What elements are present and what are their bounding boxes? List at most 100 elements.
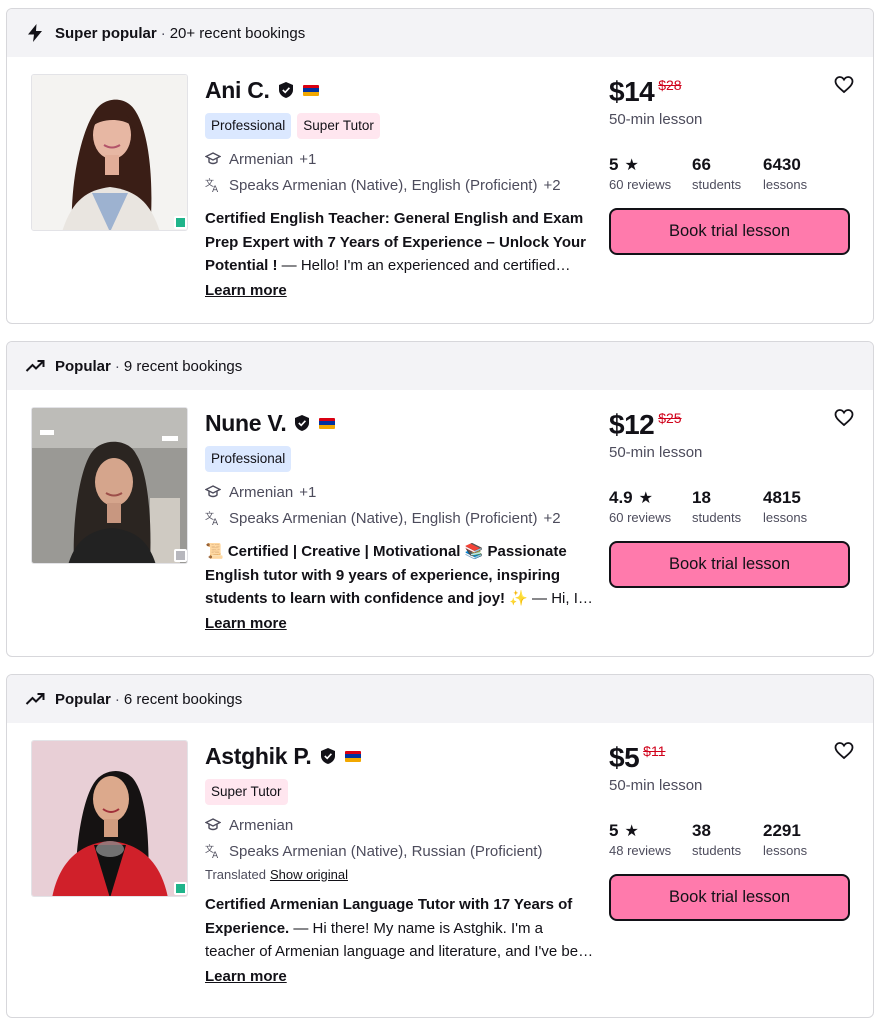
armenia-flag-icon <box>344 750 361 762</box>
tutor-photo[interactable] <box>31 740 188 897</box>
rating-value: 5 <box>609 155 619 174</box>
separator: · <box>114 357 120 375</box>
tutor-info: Ani C. Professional Super Tutor Armenian… <box>205 75 595 300</box>
verified-shield-icon <box>320 748 335 764</box>
learn-more-link[interactable]: Learn more <box>205 968 287 985</box>
lessons-count: 2291 <box>763 821 801 840</box>
favorite-heart-icon[interactable] <box>834 408 854 428</box>
lessons-label: lessons <box>763 177 808 192</box>
translate-icon: 文A <box>205 177 221 193</box>
rating-value: 5 <box>609 821 619 840</box>
speaks-extra-count[interactable]: +2 <box>543 177 560 194</box>
learn-more-link[interactable]: Learn more <box>205 615 287 632</box>
learn-more-link[interactable]: Learn more <box>205 282 287 299</box>
lessons-stat: 2291 lessons <box>763 820 807 860</box>
students-stat: 18 students <box>692 487 763 527</box>
tutor-stats: 5 ★ 60 reviews 66 students 6430 lessons <box>609 154 859 194</box>
subject-text: Armenian <box>229 483 294 501</box>
rating-value: 4.9 <box>609 488 633 507</box>
translation-note: Translated Show original <box>205 867 595 885</box>
subject-extra-count[interactable]: +1 <box>299 151 316 168</box>
online-status-indicator <box>174 882 187 895</box>
verified-shield-icon <box>295 415 310 431</box>
translated-label: Translated <box>205 867 266 882</box>
subject-line: Armenian +1 <box>205 147 595 171</box>
price: $12 <box>609 409 655 440</box>
online-status-indicator <box>174 549 187 562</box>
reviews-count: 60 reviews <box>609 510 672 525</box>
super-tutor-tag: Super Tutor <box>297 113 380 139</box>
students-label: students <box>692 510 742 525</box>
pricing-panel: $12 $25 50-min lesson 4.9 ★ 60 reviews 18… <box>609 408 859 588</box>
favorite-heart-icon[interactable] <box>834 741 854 761</box>
lessons-stat: 4815 lessons <box>763 487 807 527</box>
tutor-description: Certified Armenian Language Tutor with 1… <box>205 893 595 964</box>
lessons-stat: 6430 lessons <box>763 154 807 194</box>
lessons-count: 4815 <box>763 488 801 507</box>
students-label: students <box>692 843 742 858</box>
popularity-badge: Super popular <box>55 24 157 42</box>
rating-stat[interactable]: 5 ★ 48 reviews <box>609 820 692 860</box>
separator: · <box>160 24 166 42</box>
tutor-photo[interactable] <box>31 74 188 231</box>
reviews-count: 48 reviews <box>609 843 672 858</box>
popularity-header: Popular · 6 recent bookings <box>7 675 873 723</box>
recent-bookings: 9 recent bookings <box>123 357 243 375</box>
professional-tag: Professional <box>205 113 292 139</box>
tutor-name[interactable]: Nune V. <box>205 410 287 437</box>
svg-text:A: A <box>212 185 219 193</box>
lesson-length: 50-min lesson <box>609 777 703 794</box>
speaks-text: Speaks Armenian (Native), Russian (Profi… <box>229 842 543 860</box>
tutor-card[interactable]: Popular · 6 recent bookings Astghik P. S… <box>6 674 874 1018</box>
tutor-info: Nune V. Professional Armenian +1 文A Spea… <box>205 408 595 633</box>
tutor-name[interactable]: Ani C. <box>205 77 270 104</box>
trending-up-icon <box>25 689 45 709</box>
trending-up-icon <box>25 356 45 376</box>
translate-icon: 文A <box>205 843 221 859</box>
price: $14 <box>609 76 655 107</box>
tutor-description: Certified English Teacher: General Engli… <box>205 207 595 278</box>
lessons-count: 6430 <box>763 155 801 174</box>
speaks-line: 文A Speaks Armenian (Native), English (Pr… <box>205 173 595 197</box>
book-trial-lesson-button[interactable]: Book trial lesson <box>609 208 850 255</box>
subject-line: Armenian +1 <box>205 480 595 504</box>
students-count: 66 <box>692 155 711 174</box>
recent-bookings: 6 recent bookings <box>123 690 243 708</box>
lesson-length: 50-min lesson <box>609 111 703 128</box>
recent-bookings: 20+ recent bookings <box>169 24 306 42</box>
speaks-text: Speaks Armenian (Native), English (Profi… <box>229 176 538 194</box>
tutor-card[interactable]: Super popular · 20+ recent bookings Ani … <box>6 8 874 324</box>
old-price: $25 <box>658 410 682 426</box>
favorite-heart-icon[interactable] <box>834 75 854 95</box>
pricing-panel: $5 $11 50-min lesson 5 ★ 48 reviews 38 st… <box>609 741 859 921</box>
students-count: 18 <box>692 488 711 507</box>
popularity-header: Popular · 9 recent bookings <box>7 342 873 390</box>
subject-text: Armenian <box>229 150 294 168</box>
graduation-cap-icon <box>205 817 221 833</box>
svg-text:A: A <box>212 518 219 526</box>
professional-tag: Professional <box>205 446 292 472</box>
price: $5 <box>609 742 640 773</box>
rating-stat[interactable]: 4.9 ★ 60 reviews <box>609 487 692 527</box>
lessons-label: lessons <box>763 843 808 858</box>
star-icon: ★ <box>638 490 653 507</box>
old-price: $28 <box>658 77 682 93</box>
super-tutor-tag: Super Tutor <box>205 779 288 805</box>
lessons-label: lessons <box>763 510 808 525</box>
subject-extra-count[interactable]: +1 <box>299 484 316 501</box>
speaks-extra-count[interactable]: +2 <box>543 510 560 527</box>
tutor-name[interactable]: Astghik P. <box>205 743 312 770</box>
tutor-description: 📜 Certified | Creative | Motivational 📚 … <box>205 540 595 611</box>
separator: · <box>114 690 120 708</box>
popularity-header: Super popular · 20+ recent bookings <box>7 9 873 57</box>
pricing-panel: $14 $28 50-min lesson 5 ★ 60 reviews 66 s… <box>609 75 859 255</box>
show-original-link[interactable]: Show original <box>270 867 348 882</box>
book-trial-lesson-button[interactable]: Book trial lesson <box>609 874 850 921</box>
tutor-photo[interactable] <box>31 407 188 564</box>
star-icon: ★ <box>624 823 639 840</box>
old-price: $11 <box>643 743 666 759</box>
book-trial-lesson-button[interactable]: Book trial lesson <box>609 541 850 588</box>
rating-stat[interactable]: 5 ★ 60 reviews <box>609 154 692 194</box>
tutor-card[interactable]: Popular · 9 recent bookings Nune V. Prof… <box>6 341 874 657</box>
tutor-info: Astghik P. Super Tutor Armenian 文A Speak… <box>205 741 595 986</box>
